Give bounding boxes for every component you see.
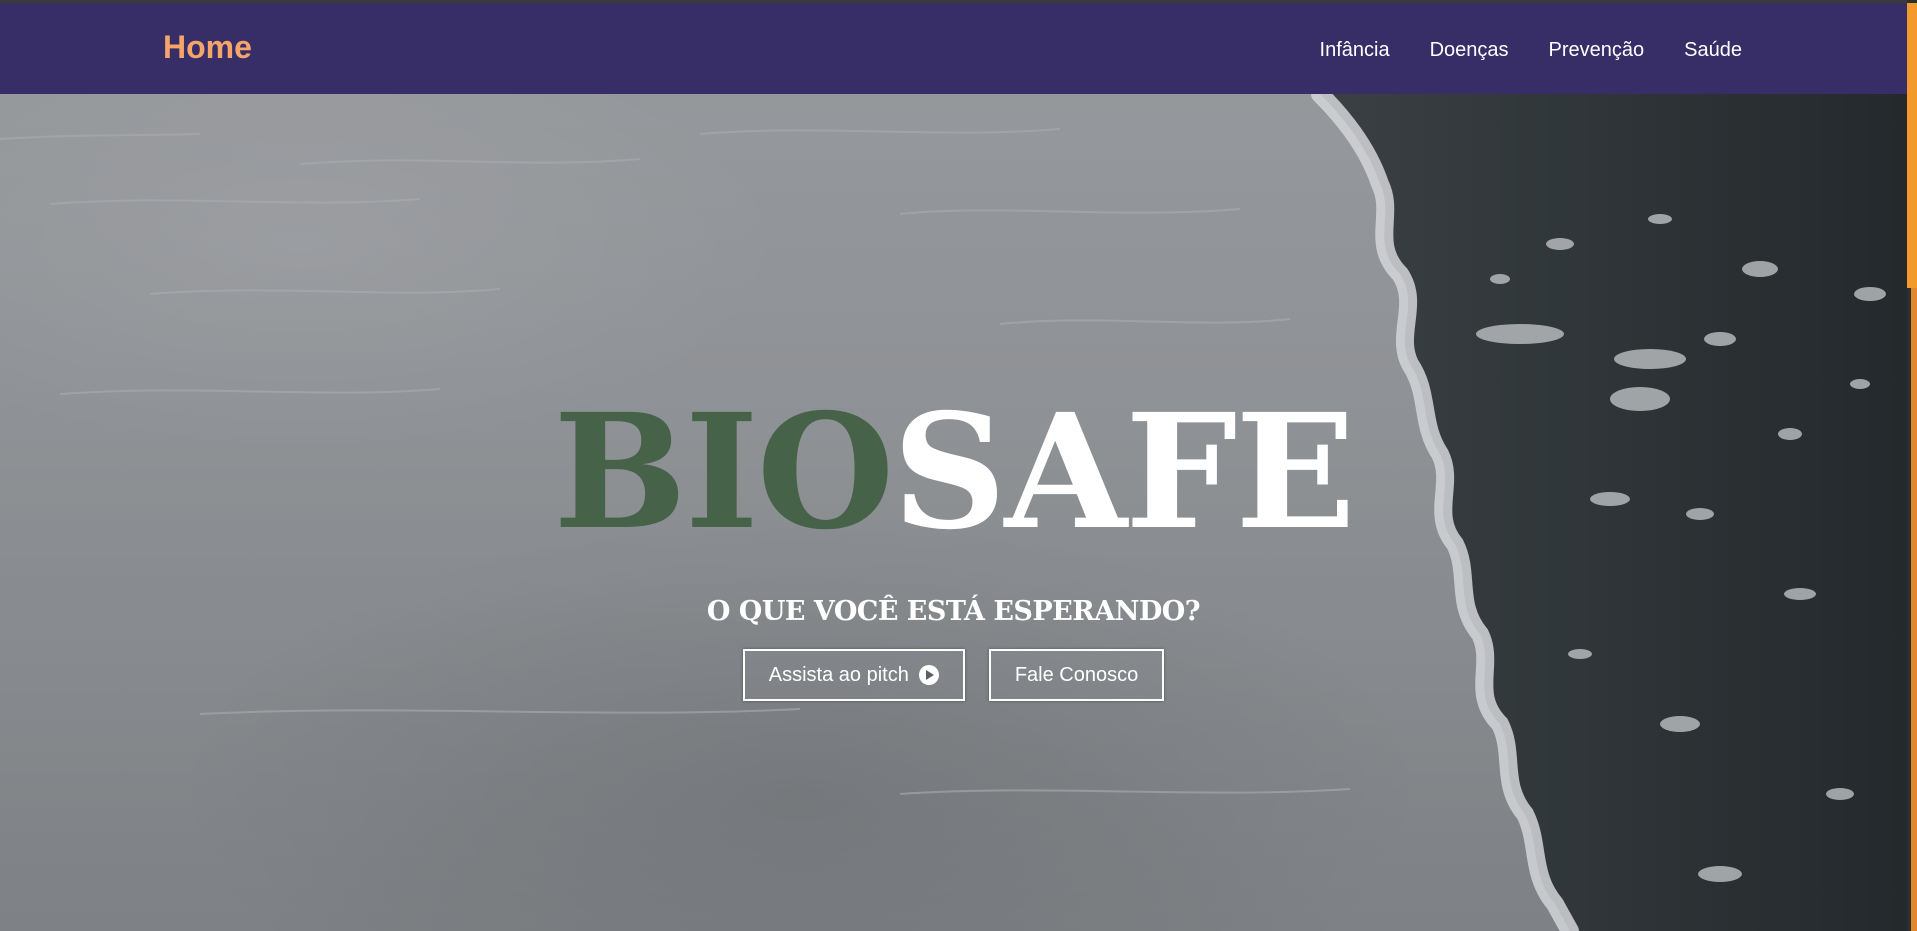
scrollbar-accent [1911,288,1917,931]
hero-content: BIOSAFE O QUE VOCÊ ESTÁ ESPERANDO? Assis… [0,94,1907,931]
hero-actions: Assista ao pitch Fale Conosco [0,649,1907,701]
nav-link-prevencao[interactable]: Prevenção [1549,39,1645,62]
hero-subtitle: O QUE VOCÊ ESTÁ ESPERANDO? [706,596,1201,627]
home-link[interactable]: Home [163,29,252,66]
nav-link-saude[interactable]: Saúde [1684,39,1742,62]
hero-title: BIOSAFE [0,394,1907,552]
hero-title-safe: SAFE [892,380,1355,565]
hero-title-bio: BIO [553,380,894,565]
watch-pitch-button[interactable]: Assista ao pitch [742,649,965,701]
scrollbar-thumb[interactable] [1907,3,1917,288]
play-circle-icon [918,665,939,685]
nav-link-doencas[interactable]: Doenças [1430,39,1509,62]
contact-us-button[interactable]: Fale Conosco [988,649,1165,701]
nav-links: Infância Doenças Prevenção Saúde [1320,39,1742,62]
contact-us-label: Fale Conosco [1014,663,1139,686]
page: Home Infância Doenças Prevenção Saúde BI… [0,0,1917,931]
nav-link-infancia[interactable]: Infância [1320,39,1390,62]
navbar: Home Infância Doenças Prevenção Saúde [0,3,1907,94]
watch-pitch-label: Assista ao pitch [768,663,909,686]
